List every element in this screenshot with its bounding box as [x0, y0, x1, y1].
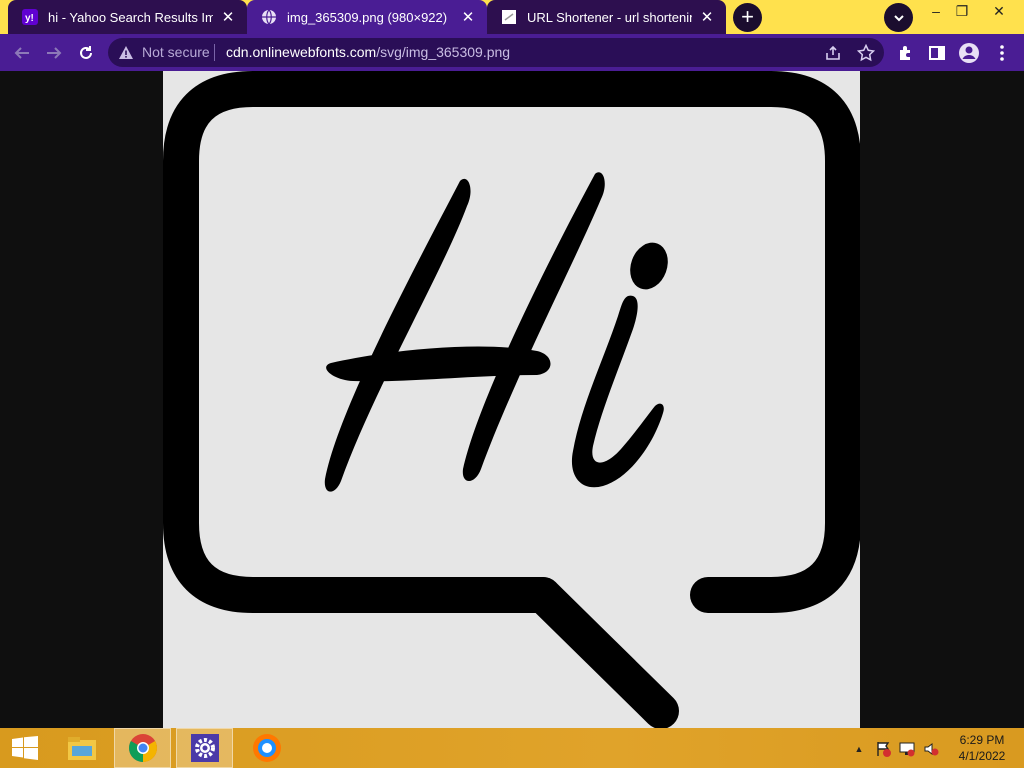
close-window-button[interactable]: ✕ [982, 0, 1016, 24]
restore-button[interactable]: ❐ [945, 0, 979, 24]
show-hidden-icons-button[interactable]: ▲ [850, 740, 868, 758]
url-host: cdn.onlinewebfonts.com [226, 44, 377, 60]
close-tab-icon[interactable]: ✕ [219, 8, 237, 26]
security-status[interactable]: Not secure [142, 44, 210, 60]
page-icon [501, 9, 517, 25]
tab-title: hi - Yahoo Search Results Image [48, 9, 213, 25]
forward-button[interactable] [41, 40, 67, 66]
settings-taskbar-button[interactable] [176, 728, 233, 768]
close-tab-icon[interactable]: ✕ [459, 8, 477, 26]
tab-yahoo-search[interactable]: y! hi - Yahoo Search Results Image ✕ [8, 0, 247, 34]
menu-kebab-icon[interactable] [991, 42, 1013, 64]
tab-url-shortener[interactable]: URL Shortener - url shortening se ✕ [487, 0, 726, 34]
displayed-image: Hi [163, 71, 860, 728]
page-content: Hi [0, 71, 1024, 728]
side-panel-icon[interactable] [926, 42, 948, 64]
url-path: /svg/img_365309.png [376, 44, 511, 60]
svg-text:y!: y! [25, 13, 34, 24]
system-clock[interactable]: 6:29 PM 4/1/2022 [952, 732, 1012, 764]
title-bar: y! hi - Yahoo Search Results Image ✕ img… [0, 0, 1024, 34]
clock-time: 6:29 PM [959, 733, 1005, 747]
chevron-down-icon [893, 14, 904, 21]
url-text[interactable]: cdn.onlinewebfonts.com/svg/img_365309.pn… [226, 44, 510, 60]
chrome-taskbar-button[interactable] [114, 728, 171, 768]
extensions-icon[interactable] [895, 42, 917, 64]
gear-icon [190, 734, 219, 762]
avast-browser-button[interactable] [238, 728, 295, 768]
action-center-flag-icon[interactable] [874, 740, 892, 758]
arrow-right-icon [47, 47, 62, 59]
globe-icon [261, 9, 277, 25]
divider [214, 44, 215, 61]
new-tab-button[interactable]: + [733, 3, 762, 32]
clock-date: 4/1/2022 [958, 749, 1006, 763]
file-explorer-button[interactable] [53, 728, 110, 768]
browser-toolbar: Not secure cdn.onlinewebfonts.com/svg/im… [0, 34, 1024, 71]
warning-icon[interactable] [118, 45, 134, 61]
tab-title: URL Shortener - url shortening se [527, 9, 692, 25]
tab-search-button[interactable] [884, 3, 913, 32]
reload-button[interactable] [73, 40, 99, 66]
close-tab-icon[interactable]: ✕ [698, 8, 716, 26]
yahoo-icon: y! [22, 9, 38, 25]
speech-bubble-icon [163, 71, 860, 728]
arrow-left-icon [14, 47, 29, 59]
address-bar[interactable]: Not secure cdn.onlinewebfonts.com/svg/im… [108, 38, 884, 67]
network-icon[interactable] [898, 740, 916, 758]
folder-icon [67, 737, 96, 760]
start-button[interactable] [0, 728, 50, 768]
hi-lettering [324, 172, 668, 492]
chrome-icon [128, 734, 157, 762]
tab-title: img_365309.png (980×922) [287, 9, 448, 25]
tab-image[interactable]: img_365309.png (980×922) ✕ [247, 0, 487, 34]
profile-avatar-icon[interactable] [958, 42, 980, 64]
reload-icon [80, 46, 92, 59]
taskbar: ▲ 6:29 PM 4/1/2022 [0, 728, 1024, 768]
back-button[interactable] [9, 40, 35, 66]
volume-icon[interactable] [922, 740, 940, 758]
windows-logo-icon [12, 736, 38, 760]
share-icon[interactable] [824, 44, 842, 62]
avast-browser-icon [252, 734, 281, 762]
bookmark-star-icon[interactable] [857, 44, 875, 62]
